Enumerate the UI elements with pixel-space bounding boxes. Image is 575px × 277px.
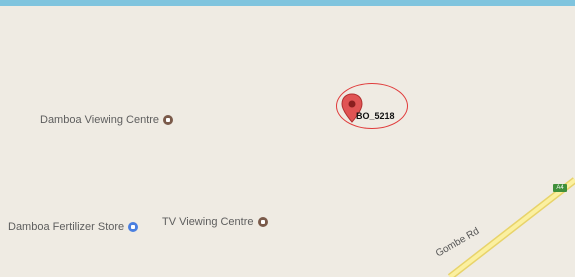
shopping-bag-icon: [128, 222, 139, 232]
poi-tv-viewing-centre[interactable]: TV Viewing Centre: [162, 216, 268, 228]
circle-generic-icon: [257, 217, 268, 227]
poi-label: TV Viewing Centre: [162, 216, 254, 228]
poi-label: Damboa Viewing Centre: [40, 114, 160, 126]
map-canvas[interactable]: Damboa Viewing Centre Damboa Fertilizer …: [0, 0, 575, 277]
circle-generic-icon: [163, 115, 174, 125]
marker-label: BO_5218: [356, 111, 395, 121]
poi-label: Damboa Fertilizer Store: [8, 221, 125, 233]
poi-damboa-viewing-centre[interactable]: Damboa Viewing Centre: [40, 114, 174, 126]
road-layer: [447, 177, 575, 277]
poi-damboa-fertilizer-store[interactable]: Damboa Fertilizer Store: [8, 221, 139, 233]
road-shield: A4: [553, 184, 567, 192]
